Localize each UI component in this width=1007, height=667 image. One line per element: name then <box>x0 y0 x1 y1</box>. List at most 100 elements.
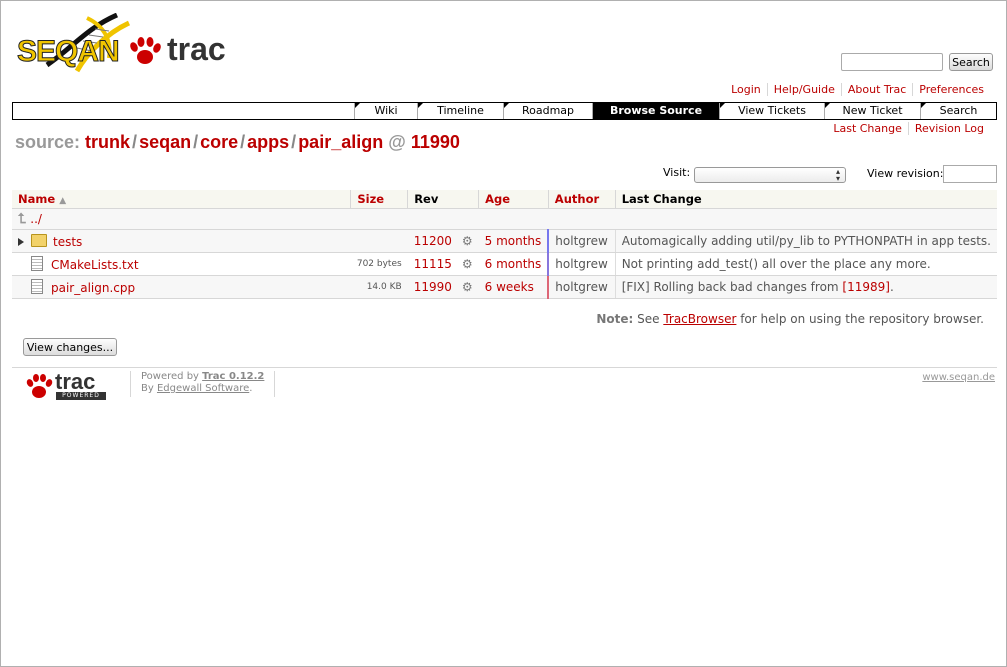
seqan-trac-logo[interactable]: SEQAN trac <box>17 12 227 73</box>
paw-icon <box>26 374 53 398</box>
parent-dir-cell: ⮤ ../ <box>12 208 997 230</box>
about-trac-link[interactable]: About Trac <box>840 83 913 96</box>
author-column-header[interactable]: Author <box>548 190 616 209</box>
entry-name-link[interactable]: pair_align.cpp <box>51 281 135 295</box>
last-change-column-header: Last Change <box>615 190 997 209</box>
rev-link[interactable]: 11115 <box>414 257 452 271</box>
sort-ascending-icon: ▲ <box>59 196 67 206</box>
revision-log-link[interactable]: Revision Log <box>907 122 990 135</box>
parent-dir-link[interactable]: ../ <box>30 212 42 226</box>
view-changes-button[interactable]: View changes... <box>23 338 117 356</box>
up-arrow-icon: ⮤ <box>18 211 27 227</box>
table-header-row: Name ▲ Size Rev Age Author Last Change <box>12 190 997 209</box>
footer-divider <box>12 367 997 368</box>
name-header-label: Name <box>18 192 56 206</box>
path-prefix: source: <box>15 132 81 152</box>
table-row[interactable]: CMakeLists.txt 702 bytes 11115 ⚙ 6 months… <box>12 252 997 276</box>
tab-label: View Tickets <box>738 104 806 117</box>
last-change-link[interactable]: Last Change <box>827 122 908 135</box>
tab-timeline[interactable]: Timeline <box>417 103 503 119</box>
path-segment-core[interactable]: core <box>200 132 238 152</box>
name-cell: CMakeLists.txt <box>12 252 351 276</box>
view-revision-input[interactable] <box>943 165 997 183</box>
powered-by-text: Powered by Trac 0.12.2 By Edgewall Softw… <box>130 371 276 397</box>
size-cell: 702 bytes <box>350 252 408 276</box>
search-input[interactable] <box>841 53 943 71</box>
age-link[interactable]: 5 months <box>485 234 542 248</box>
powered-by-label: Powered by <box>141 371 203 382</box>
source-path-breadcrumb: source: trunk / seqan / core / apps / pair_align… <box>15 132 460 153</box>
name-column-header[interactable]: Name ▲ <box>12 190 352 209</box>
changeset-link[interactable]: [11989] <box>842 280 890 294</box>
age-link[interactable]: 6 weeks <box>485 280 534 294</box>
note-label: Note: <box>596 312 634 326</box>
help-guide-link[interactable]: Help/Guide <box>766 83 841 96</box>
author-cell: holtgrew <box>548 252 616 276</box>
changeset-gear-icon[interactable]: ⚙ <box>462 234 473 248</box>
changeset-gear-icon[interactable]: ⚙ <box>462 280 473 294</box>
path-separator: / <box>132 132 138 152</box>
search-button[interactable]: Search <box>949 53 993 71</box>
expand-triangle-icon[interactable] <box>18 237 24 246</box>
age-cell: 6 weeks <box>478 275 550 299</box>
path-separator: / <box>291 132 297 152</box>
trac-browser-link[interactable]: TracBrowser <box>663 312 736 326</box>
age-column-header[interactable]: Age <box>478 190 549 209</box>
trac-version-link[interactable]: Trac 0.12.2 <box>202 371 264 382</box>
path-separator: / <box>193 132 199 152</box>
author-cell: holtgrew <box>548 229 616 253</box>
tab-new-ticket[interactable]: New Ticket <box>824 103 920 119</box>
tab-corner <box>720 103 725 108</box>
changeset-gear-icon[interactable]: ⚙ <box>462 257 473 271</box>
entry-name-link[interactable]: CMakeLists.txt <box>51 258 139 272</box>
select-arrows-icon: ▴ ▾ <box>835 167 840 183</box>
tab-wiki[interactable]: Wiki <box>354 103 417 119</box>
tab-roadmap[interactable]: Roadmap <box>503 103 592 119</box>
preferences-link[interactable]: Preferences <box>912 83 990 96</box>
view-revision-label: View revision: <box>867 167 944 180</box>
entry-name-link[interactable]: tests <box>53 235 82 249</box>
file-icon <box>31 256 43 271</box>
tab-corner <box>418 103 423 108</box>
meta-navigation: Login Help/Guide About Trac Preferences <box>725 83 990 96</box>
note-text-end: for help on using the repository browser… <box>736 312 984 326</box>
path-segment-pair-align[interactable]: pair_align <box>298 132 383 152</box>
path-separator: / <box>240 132 246 152</box>
author-cell: holtgrew <box>548 275 616 299</box>
rev-column-header[interactable]: Rev <box>407 190 480 209</box>
size-cell: 14.0 KB <box>350 275 408 299</box>
by-label: By <box>141 383 157 394</box>
path-segment-seqan[interactable]: seqan <box>139 132 191 152</box>
file-icon <box>31 279 43 294</box>
age-cell: 5 months <box>478 229 550 253</box>
path-revision-link[interactable]: 11990 <box>411 132 460 152</box>
rev-link[interactable]: 11990 <box>414 280 452 294</box>
rev-cell: 11200 ⚙ <box>407 229 479 253</box>
logo-seqan-text: SEQAN <box>17 35 121 69</box>
path-segment-apps[interactable]: apps <box>247 132 289 152</box>
table-row-parent[interactable]: ⮤ ../ <box>12 208 997 230</box>
table-row[interactable]: pair_align.cpp 14.0 KB 11990 ⚙ 6 weeks ho… <box>12 275 997 299</box>
change-cell: [FIX] Rolling back bad changes from [119… <box>614 275 997 299</box>
edgewall-link[interactable]: Edgewall Software <box>157 383 249 394</box>
visit-select[interactable]: ▴ ▾ <box>694 167 846 183</box>
tab-corner <box>504 103 509 108</box>
tab-browse-source[interactable]: Browse Source <box>592 103 719 119</box>
rev-link[interactable]: 11200 <box>414 234 452 248</box>
tab-view-tickets[interactable]: View Tickets <box>719 103 824 119</box>
tab-search[interactable]: Search <box>920 103 996 119</box>
seqan-site-link[interactable]: www.seqan.de <box>922 372 995 383</box>
tab-label: Wiki <box>374 104 398 117</box>
name-cell: tests <box>12 229 351 253</box>
change-text-end: . <box>889 280 894 294</box>
age-link[interactable]: 6 months <box>485 257 542 271</box>
tab-corner <box>921 103 926 108</box>
size-column-header[interactable]: Size <box>350 190 409 209</box>
path-segment-trunk[interactable]: trunk <box>85 132 130 152</box>
login-link[interactable]: Login <box>725 83 767 96</box>
folder-icon <box>31 233 47 247</box>
table-row[interactable]: tests 11200 ⚙ 5 months holtgrew Automagic… <box>12 229 997 253</box>
by-dot: . <box>249 383 253 394</box>
tab-label: Search <box>939 104 978 117</box>
logo-trac-text: trac <box>167 31 226 67</box>
